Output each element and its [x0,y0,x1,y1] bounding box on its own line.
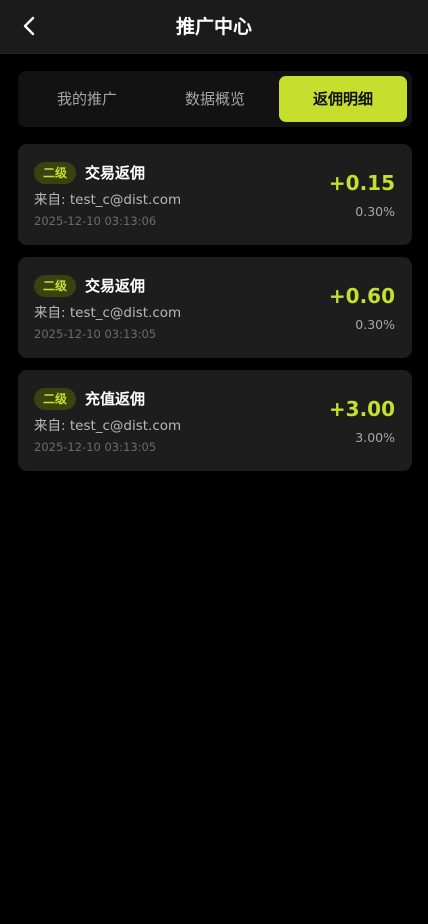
app-header: 推广中心 [0,0,428,54]
level-badge: 二级 [34,275,76,297]
list-item[interactable]: 二级 充值返佣 来自: test_c@dist.com 2025-12-10 0… [18,370,412,471]
timestamp: 2025-12-10 03:13:05 [34,440,157,454]
commission-list: 二级 交易返佣 来自: test_c@dist.com 2025-12-10 0… [18,144,412,483]
list-item[interactable]: 二级 交易返佣 来自: test_c@dist.com 2025-12-10 0… [18,257,412,358]
timestamp: 2025-12-10 03:13:05 [34,327,157,341]
commission-rate: 0.30% [355,204,395,219]
commission-type: 充值返佣 [85,390,146,408]
page-title: 推广中心 [175,16,252,38]
tab-commission-details[interactable]: 返佣明细 [279,76,407,122]
source-text: 来自: test_c@dist.com [34,418,182,434]
list-item[interactable]: 二级 交易返佣 来自: test_c@dist.com 2025-12-10 0… [18,144,412,245]
commission-type: 交易返佣 [85,164,146,182]
tab-bar: 我的推广 数据概览 返佣明细 [18,71,412,127]
timestamp: 2025-12-10 03:13:06 [34,214,157,228]
commission-rate: 0.30% [355,317,395,332]
tab-data-overview[interactable]: 数据概览 [151,76,279,122]
commission-amount: +3.00 [328,397,395,421]
commission-amount: +0.15 [328,171,395,195]
level-badge: 二级 [34,388,76,410]
commission-type: 交易返佣 [85,277,146,295]
source-text: 来自: test_c@dist.com [34,305,182,321]
commission-amount: +0.60 [328,284,395,308]
level-badge: 二级 [34,162,76,184]
source-text: 来自: test_c@dist.com [34,192,182,208]
commission-rate: 3.00% [355,430,395,445]
tab-my-promotion[interactable]: 我的推广 [23,76,151,122]
